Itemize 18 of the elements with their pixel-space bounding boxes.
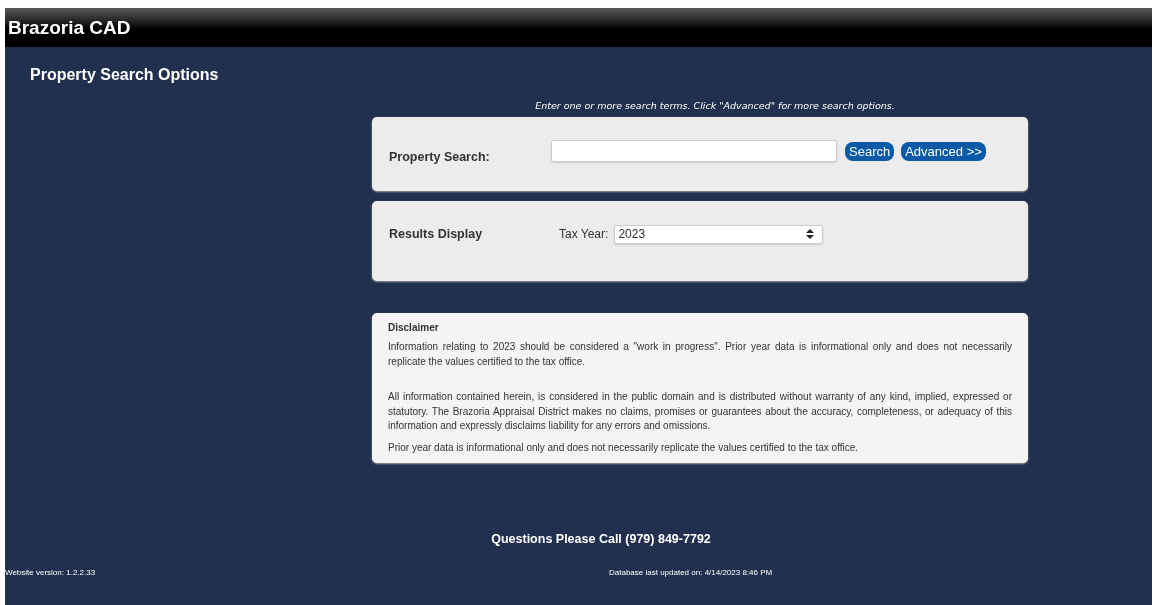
database-updated: Database last updated on: 4/14/2023 8:46 PM <box>609 568 773 577</box>
search-label: Property Search: <box>389 150 491 164</box>
advanced-button[interactable]: Advanced >> <box>901 141 986 161</box>
site-title[interactable]: Brazoria CAD <box>8 16 131 39</box>
search-hint: Enter one or more search terms. Click "Advanced" for more search options. <box>534 100 896 111</box>
page-title: Property Search Options <box>30 66 220 84</box>
contact-phone: Questions Please Call (979) 849-7792 <box>490 532 712 546</box>
search-button[interactable]: Search <box>845 141 895 161</box>
tax-year-label: Tax Year: <box>559 227 609 241</box>
disclaimer-text: Prior year data is informational only and does not necessarily replicate the values certified to the tax office. <box>388 440 860 455</box>
tax-year-select[interactable]: 2023 <box>614 224 824 244</box>
disclaimer-text: All information contained herein, is considered in the public domain and is distributed without warranty of any kind, implied, expressed or statutory. The Brazoria Appraisal District makes no claims, promises or guarantees about the accuracy, completeness, or adequacy of this information and expressly disclaims liability for any errors and omissions. <box>388 390 1012 433</box>
sort-arrows-icon <box>806 229 815 239</box>
search-field[interactable] <box>551 140 837 162</box>
results-label: Results Display <box>389 227 484 241</box>
website-version: Website version: 1.2.2.33 <box>5 568 96 577</box>
disclaimer-text: Information relating to 2023 should be considered a "work in progress". Prior year data is informational only and does not necessarily replicate the values certified to the tax office. <box>388 340 1012 369</box>
disclaimer-title: Disclaimer <box>388 322 440 333</box>
